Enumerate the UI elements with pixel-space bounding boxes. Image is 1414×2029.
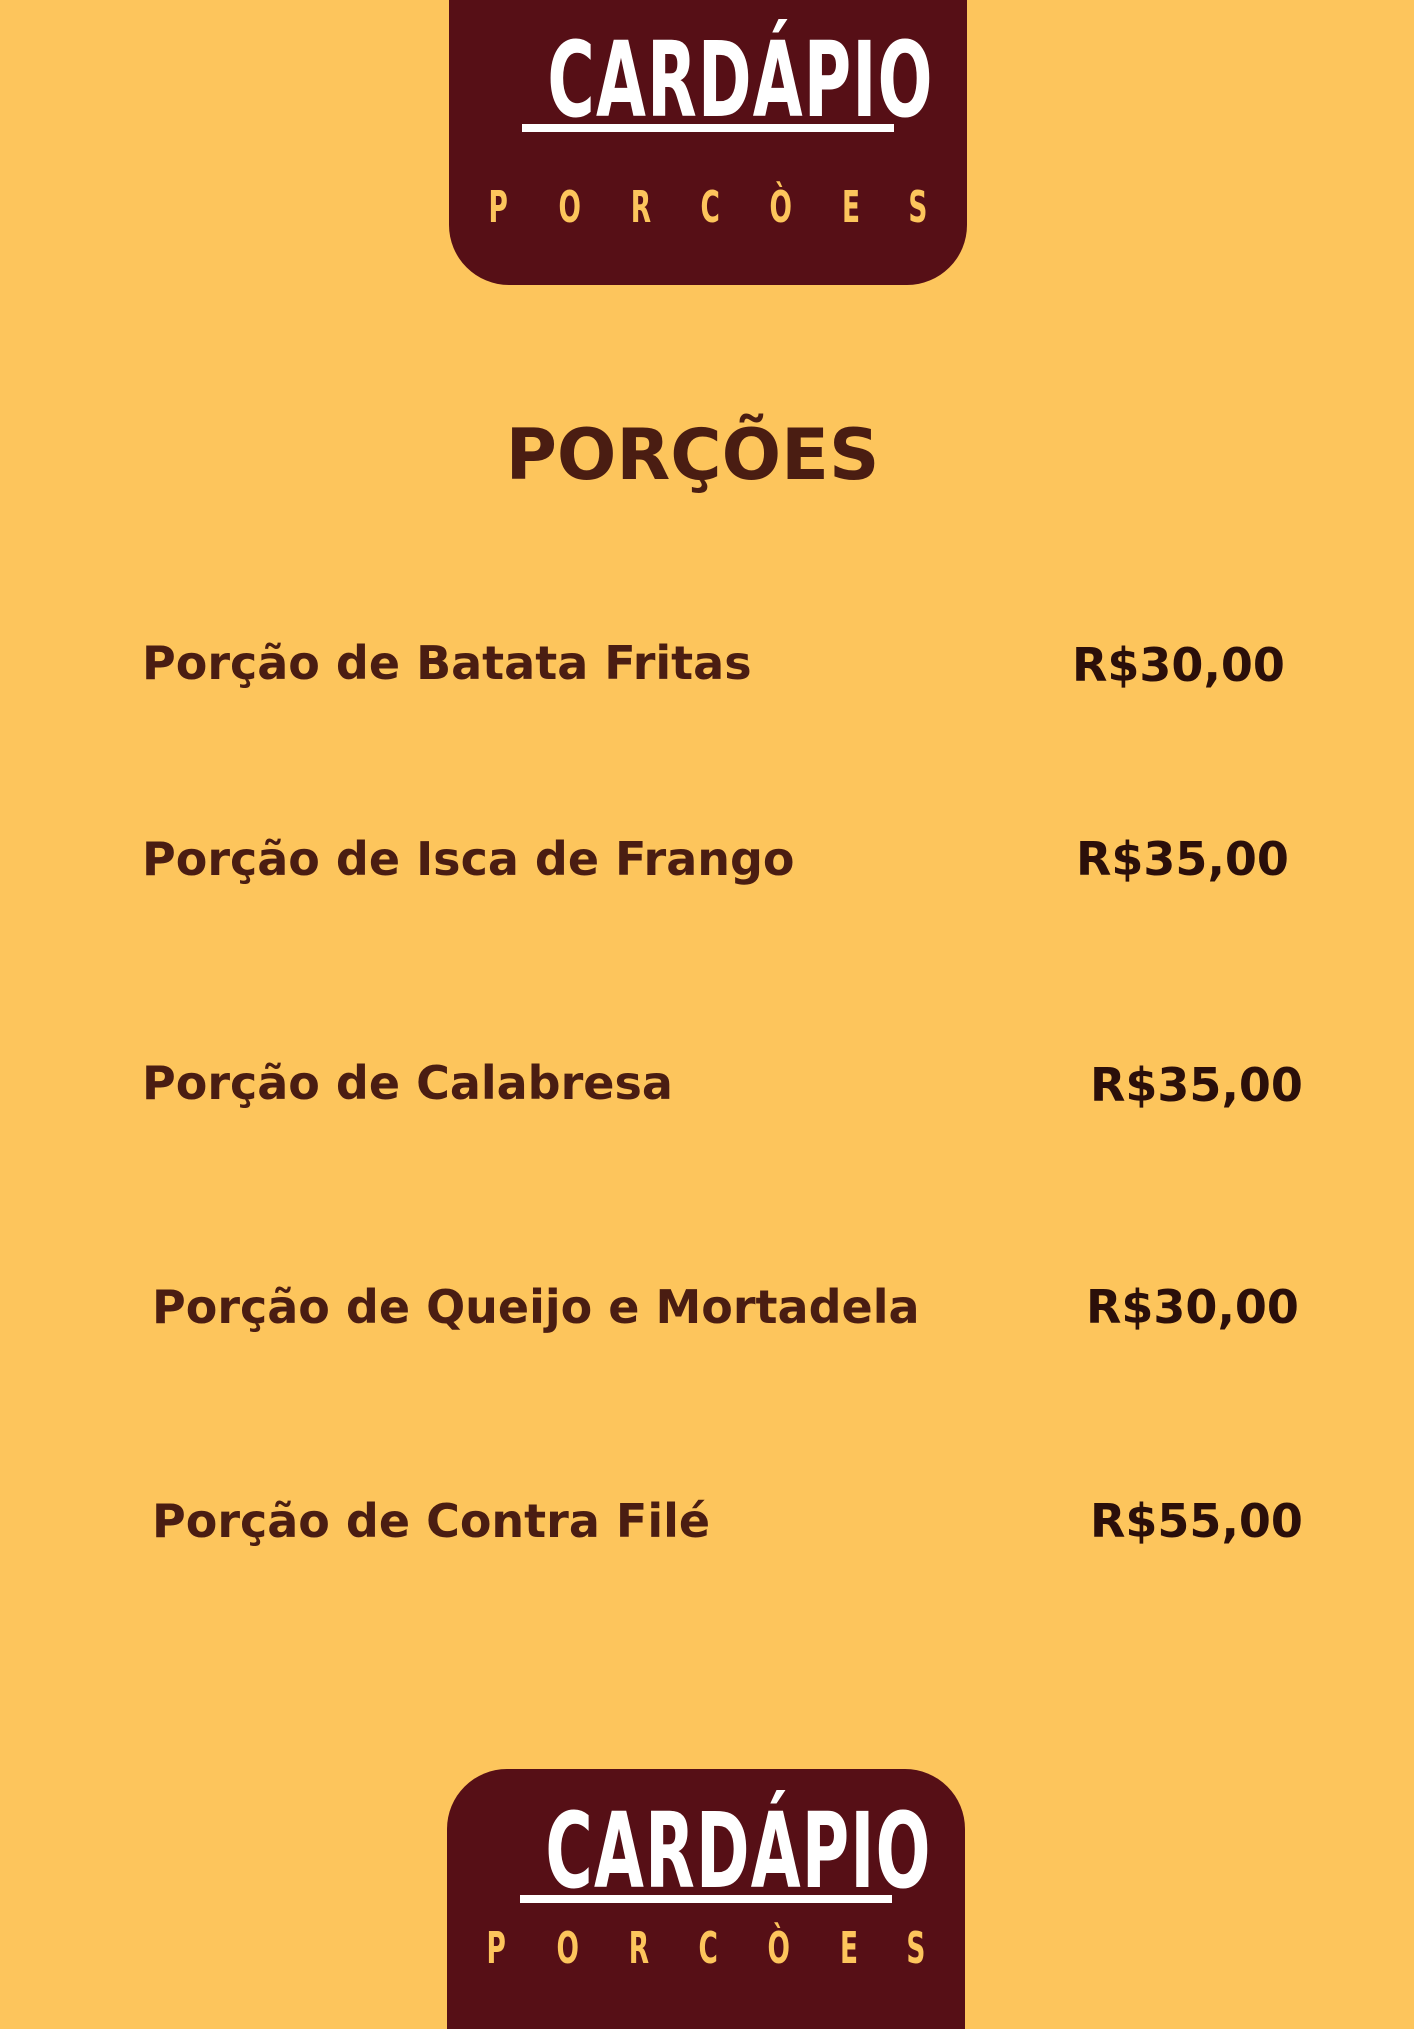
menu-item-name: Porção de Batata Fritas bbox=[142, 636, 752, 690]
logo-title: CARDÁPIO bbox=[547, 19, 934, 141]
menu-item-name: Porção de Queijo e Mortadela bbox=[152, 1280, 920, 1334]
logo-subtitle-letter: Ò bbox=[767, 1923, 791, 1974]
logo-subtitle-letter: S bbox=[906, 1923, 926, 1974]
logo-title: CARDÁPIO bbox=[545, 1790, 932, 1912]
logo-subtitle-letter: R bbox=[630, 182, 652, 233]
header-logo-badge: CARDÁPIO PORCÒES bbox=[449, 0, 967, 285]
logo-subtitle-letter: S bbox=[908, 182, 928, 233]
menu-item-price: R$30,00 bbox=[1086, 1280, 1299, 1334]
menu-item-name: Porção de Isca de Frango bbox=[142, 832, 795, 886]
logo-subtitle-letter: P bbox=[488, 182, 509, 233]
logo-subtitle-letter: O bbox=[558, 182, 581, 233]
menu-item-price: R$30,00 bbox=[1072, 638, 1285, 692]
logo-subtitle-letter: R bbox=[628, 1923, 650, 1974]
menu-item-price: R$55,00 bbox=[1090, 1494, 1303, 1548]
logo-subtitle-letter: C bbox=[700, 182, 720, 233]
logo-underline bbox=[522, 124, 894, 132]
logo-subtitle-letter: O bbox=[556, 1923, 579, 1974]
logo-subtitle-letter: E bbox=[841, 182, 860, 233]
footer-logo-badge: CARDÁPIO PORCÒES bbox=[447, 1769, 965, 2029]
menu-item-price: R$35,00 bbox=[1076, 832, 1289, 886]
menu-item-price: R$35,00 bbox=[1090, 1058, 1303, 1112]
logo-subtitle-letter: C bbox=[698, 1923, 718, 1974]
logo-subtitle: PORCÒES bbox=[447, 1927, 965, 1971]
logo-subtitle-letter: P bbox=[486, 1923, 507, 1974]
menu-item-name: Porção de Calabresa bbox=[142, 1056, 673, 1110]
logo-subtitle-letter: Ò bbox=[769, 182, 793, 233]
logo-subtitle: PORCÒES bbox=[449, 186, 967, 230]
section-title: PORÇÕES bbox=[505, 414, 880, 496]
logo-subtitle-letter: E bbox=[839, 1923, 858, 1974]
logo-underline bbox=[520, 1895, 892, 1903]
menu-item-name: Porção de Contra Filé bbox=[152, 1494, 711, 1548]
